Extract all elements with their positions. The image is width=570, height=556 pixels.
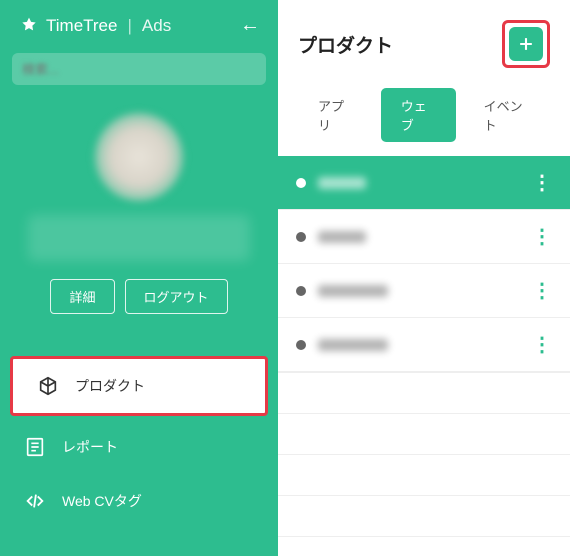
add-button[interactable]	[509, 27, 543, 61]
divider	[278, 413, 570, 414]
divider	[278, 536, 570, 537]
cube-icon	[37, 375, 59, 397]
nav-label-report: レポート	[62, 437, 118, 457]
brand-sub: Ads	[142, 16, 171, 36]
nav: プロダクト レポート Web CVタグ	[0, 352, 278, 528]
brand: TimeTree | Ads	[18, 15, 171, 37]
logout-button[interactable]: ログアウト	[125, 279, 228, 314]
list-item[interactable]: ⋮	[278, 210, 570, 264]
page-title: プロダクト	[298, 31, 393, 58]
back-arrow-icon[interactable]: ←	[240, 14, 260, 37]
sidebar-header: TimeTree | Ads ←	[0, 0, 278, 47]
list-item-label	[318, 231, 366, 243]
list-item-label	[318, 285, 388, 297]
list-item-label	[318, 339, 388, 351]
report-icon	[24, 436, 46, 458]
status-dot-icon	[296, 340, 306, 350]
divider	[278, 372, 570, 373]
profile-buttons: 詳細 ログアウト	[50, 279, 227, 314]
search-input[interactable]	[22, 62, 256, 77]
tab-web[interactable]: ウェブ	[381, 88, 456, 142]
divider	[278, 454, 570, 455]
nav-item-webcv[interactable]: Web CVタグ	[0, 474, 278, 528]
status-dot-icon	[296, 286, 306, 296]
profile-text-blurred	[28, 215, 249, 261]
list-item-label	[318, 177, 366, 189]
status-dot-icon	[296, 232, 306, 242]
product-list: ⋮ ⋮ ⋮ ⋮	[278, 156, 570, 556]
brand-separator: |	[127, 16, 131, 36]
main-panel: プロダクト アプリ ウェブ イベント ⋮ ⋮	[278, 0, 570, 556]
tab-event[interactable]: イベント	[464, 88, 550, 142]
status-dot-icon	[296, 178, 306, 188]
more-icon[interactable]: ⋮	[532, 170, 552, 195]
nav-label-product: プロダクト	[75, 376, 145, 396]
main-header: プロダクト	[278, 0, 570, 82]
code-icon	[24, 490, 46, 512]
nav-label-webcv: Web CVタグ	[62, 491, 142, 511]
nav-item-report[interactable]: レポート	[0, 420, 278, 474]
tab-app[interactable]: アプリ	[298, 88, 373, 142]
search-box[interactable]	[12, 53, 266, 85]
nav-item-product[interactable]: プロダクト	[10, 356, 268, 416]
avatar	[95, 113, 183, 201]
list-item[interactable]: ⋮	[278, 264, 570, 318]
divider	[278, 495, 570, 496]
logo-icon	[18, 15, 40, 37]
profile-section: 詳細 ログアウト	[0, 91, 278, 326]
tabs: アプリ ウェブ イベント	[278, 82, 570, 156]
detail-button[interactable]: 詳細	[50, 279, 114, 314]
more-icon[interactable]: ⋮	[532, 224, 552, 249]
add-button-highlight	[502, 20, 550, 68]
list-item[interactable]: ⋮	[278, 318, 570, 372]
brand-name: TimeTree	[46, 16, 117, 36]
more-icon[interactable]: ⋮	[532, 332, 552, 357]
sidebar: TimeTree | Ads ← 詳細 ログアウト プロダクト レポート	[0, 0, 278, 556]
list-item[interactable]: ⋮	[278, 156, 570, 210]
more-icon[interactable]: ⋮	[532, 278, 552, 303]
